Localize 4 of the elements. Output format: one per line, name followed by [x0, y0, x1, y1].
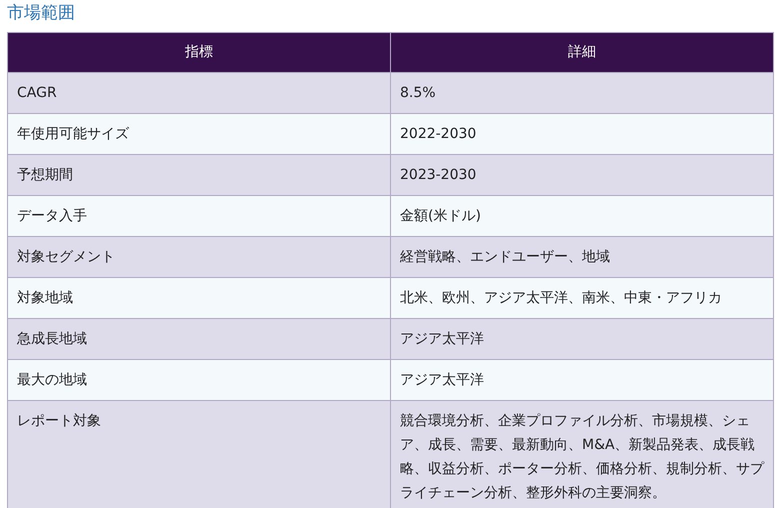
column-header: 詳細 — [390, 32, 774, 72]
column-header: 指標 — [8, 32, 390, 72]
table-cell: レポート対象 — [8, 400, 390, 508]
section-title: 市場範囲 — [7, 2, 75, 25]
